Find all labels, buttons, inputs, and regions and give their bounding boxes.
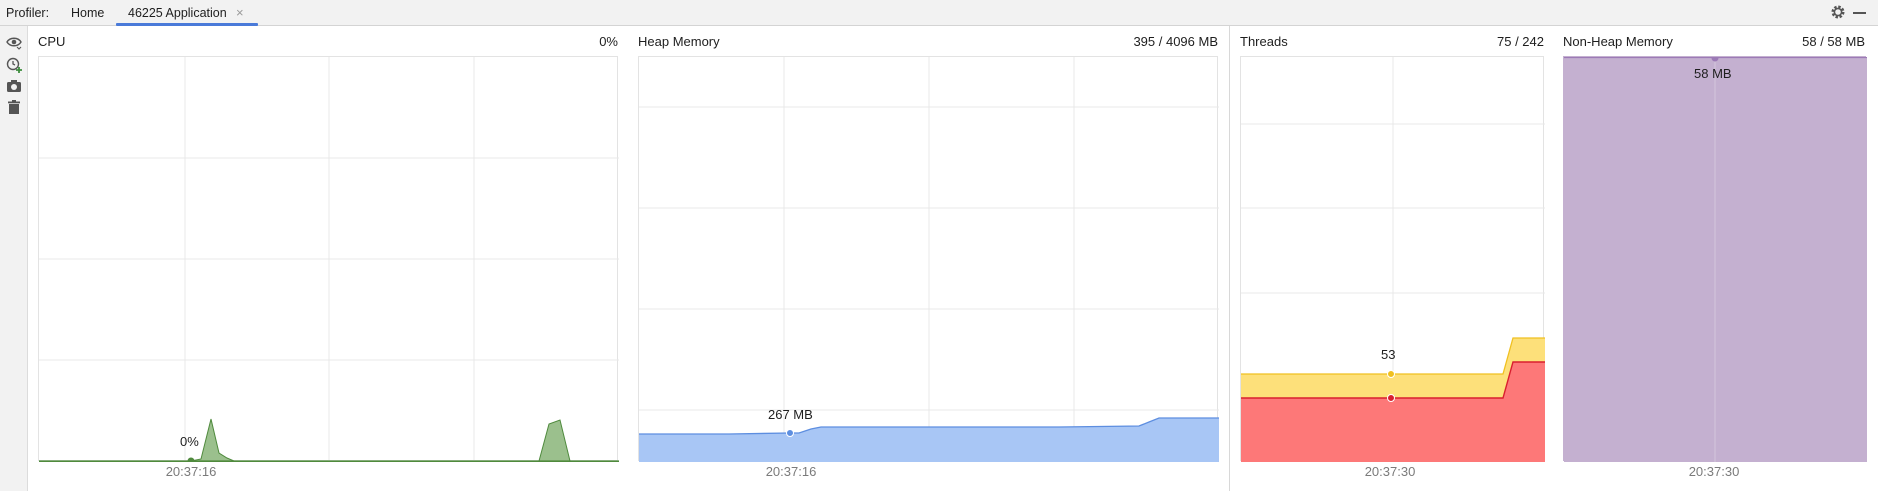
threads-total-point [1387,370,1395,378]
nonheap-hover-label: 58 MB [1694,66,1732,81]
tab-close-icon[interactable]: × [236,5,244,20]
nonheap-chart-svg [1564,57,1867,462]
tab-home[interactable]: Home [71,6,104,20]
cpu-chart[interactable]: 0% [38,56,619,462]
camera-icon[interactable] [5,77,23,95]
nonheap-title: Non-Heap Memory [1563,34,1673,49]
eye-icon[interactable] [5,33,23,51]
nonheap-time-label: 20:37:30 [1688,464,1740,479]
threads-hover-label: 53 [1381,347,1396,362]
cpu-value: 0% [599,34,618,49]
add-profiler-icon[interactable] [5,56,23,74]
heap-chart-svg [639,57,1219,462]
threads-title: Threads [1240,34,1288,49]
cpu-chart-svg [39,57,619,462]
tab-application[interactable]: 46225 Application [128,6,227,20]
threads-chart[interactable]: 53 [1240,56,1545,462]
active-tab-indicator [116,23,258,26]
cpu-hover-label: 0% [180,434,199,449]
heap-title: Heap Memory [638,34,720,49]
cpu-time-label: 20:37:16 [165,464,217,479]
heap-time-label: 20:37:16 [765,464,817,479]
profiler-label: Profiler: [6,6,50,20]
heap-value: 395 / 4096 MB [1133,34,1218,49]
trash-icon[interactable] [5,98,23,116]
profiler-sidebar [0,26,28,491]
nonheap-chart[interactable]: 58 MB [1563,56,1867,462]
threads-chart-svg [1241,57,1545,462]
cpu-title: CPU [38,34,66,49]
heap-chart[interactable]: 267 MB [638,56,1219,462]
nonheap-value: 58 / 58 MB [1802,34,1865,49]
heap-hover-label: 267 MB [768,407,813,422]
heap-hover-point [786,429,794,437]
panel-divider [1229,26,1230,491]
profiler-toolbar: Profiler: Home 46225 Application × [0,0,1878,26]
threads-time-label: 20:37:30 [1364,464,1416,479]
cpu-hover-point [187,457,195,462]
threads-live-point [1387,394,1395,402]
threads-value: 75 / 242 [1497,34,1544,49]
gear-icon[interactable] [1829,3,1847,21]
minimize-icon[interactable] [1853,12,1866,14]
